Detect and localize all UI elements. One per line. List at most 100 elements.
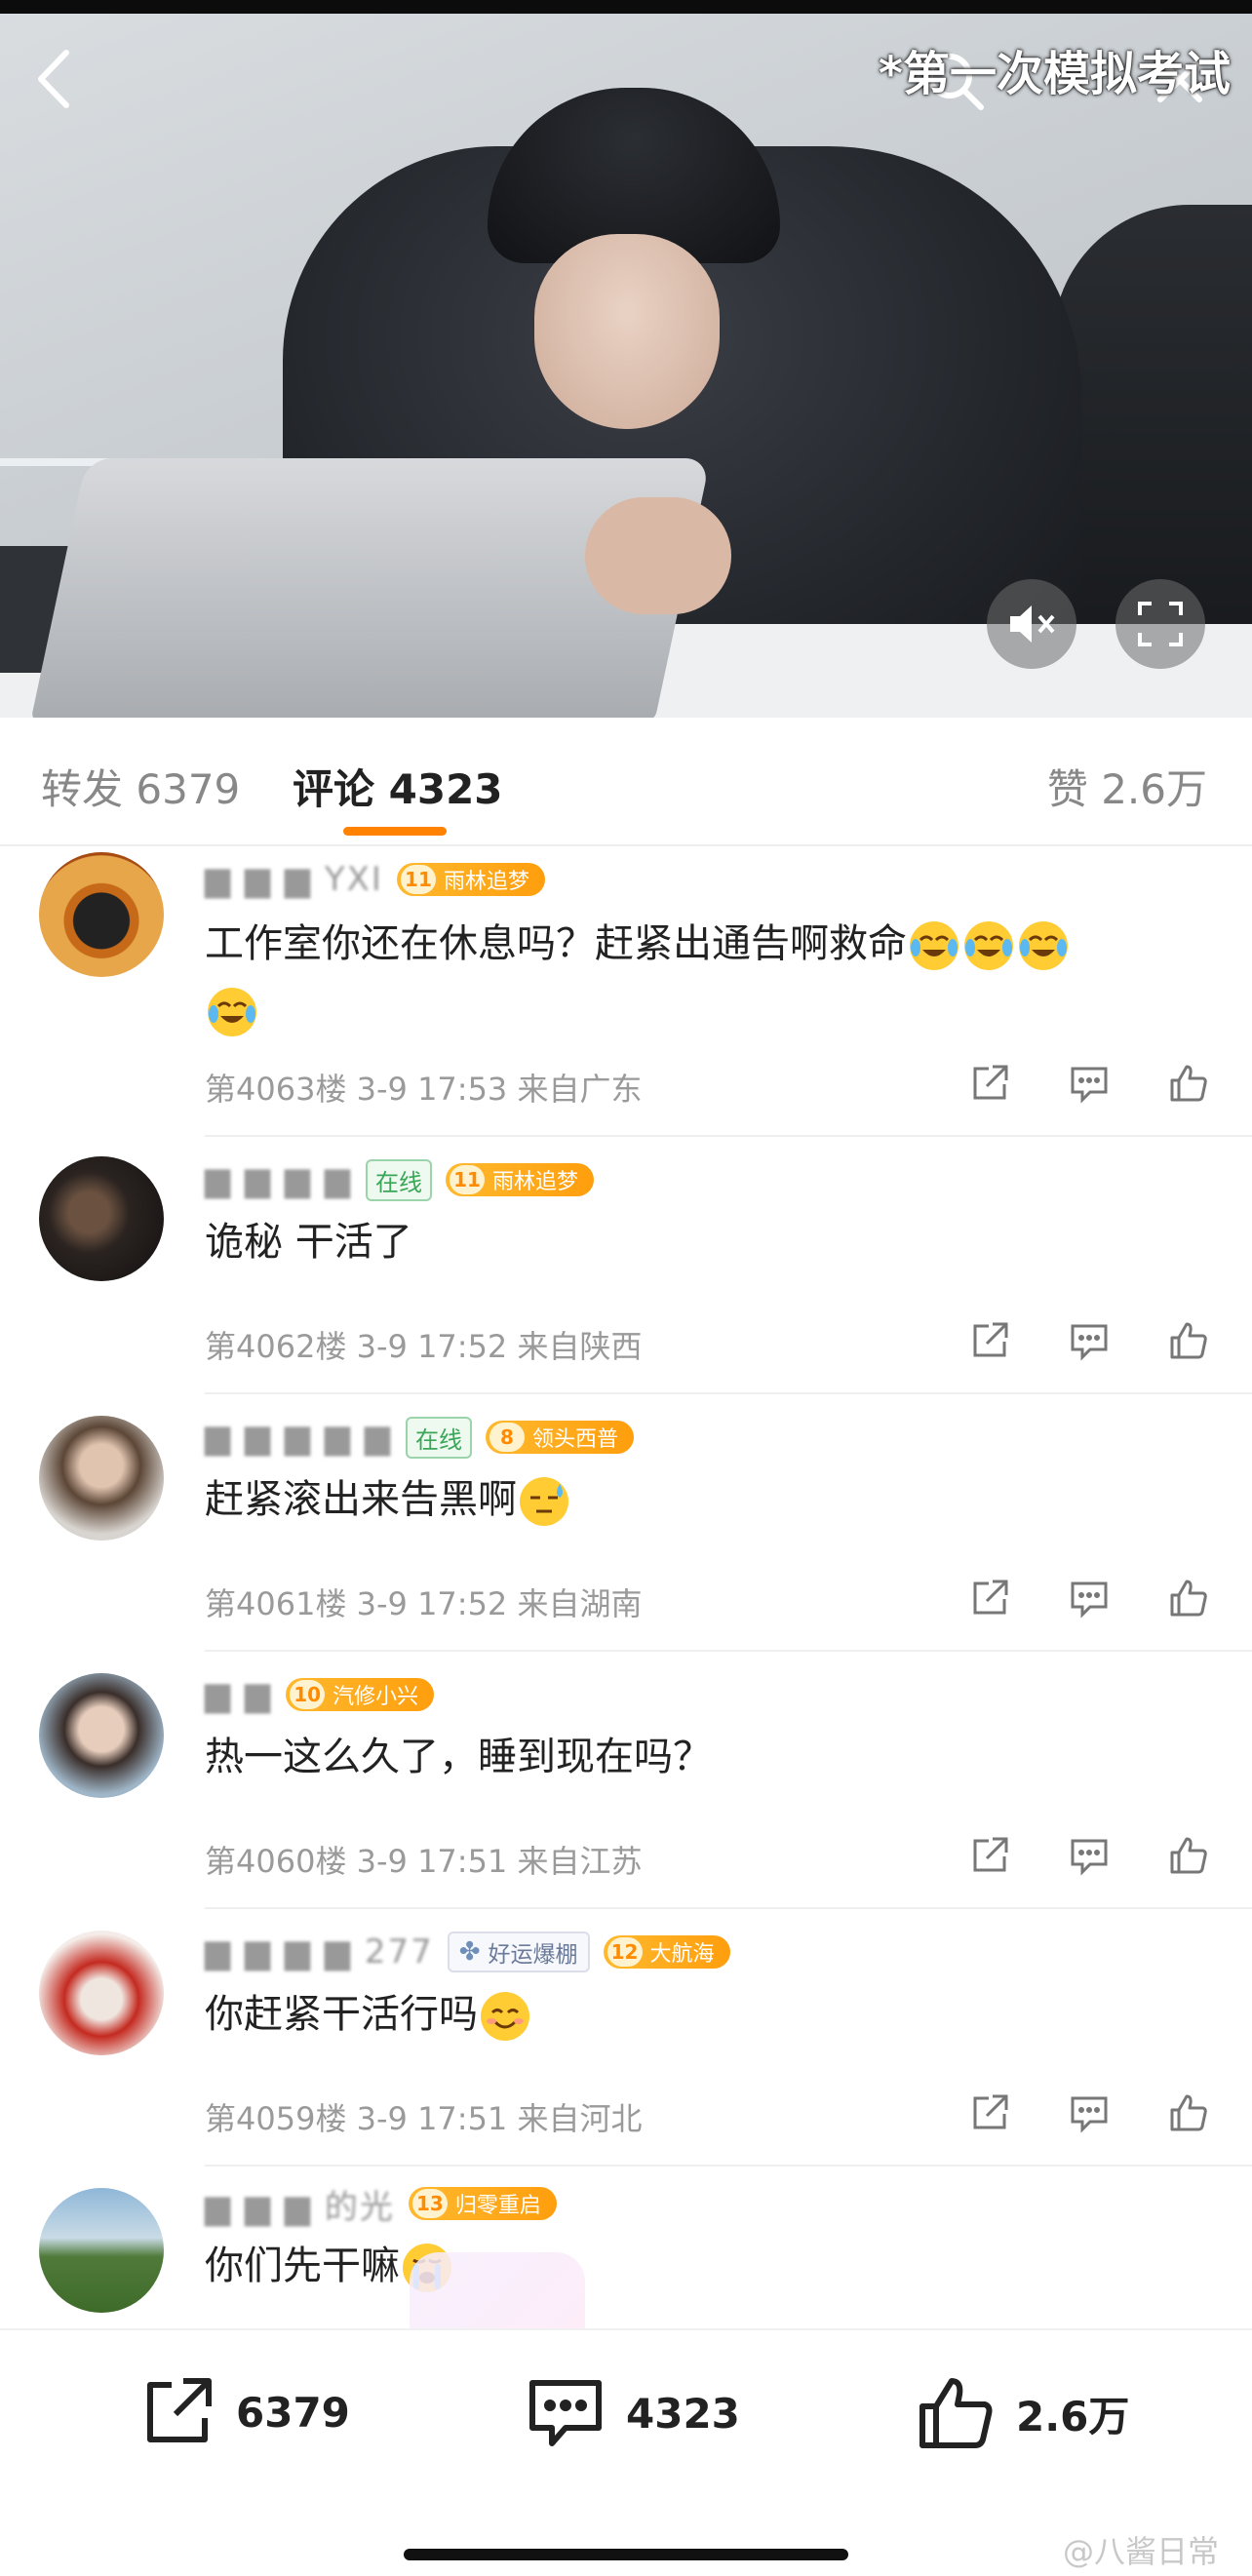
like-icon[interactable]	[1168, 1320, 1209, 1361]
share-icon	[147, 2378, 212, 2442]
fan-level: 11	[450, 1165, 486, 1194]
user-name[interactable]: ▆ ▆ ▆ ▆ 277	[205, 1932, 434, 1971]
reply-icon[interactable]	[1069, 1578, 1110, 1619]
fan-level: 12	[606, 1937, 643, 1967]
comment-text: 你赶紧干活行吗	[205, 1981, 1209, 2048]
reply-icon[interactable]	[1069, 2092, 1110, 2133]
like-icon[interactable]	[1168, 1063, 1209, 1104]
like-icon[interactable]	[1168, 1578, 1209, 1619]
comment-text-content: 工作室你还在休息吗？赶紧出通告啊救命	[205, 921, 907, 966]
fan-badge[interactable]: 11 雨林追梦	[446, 1163, 595, 1196]
share-icon[interactable]	[969, 2092, 1010, 2133]
tab-active-indicator	[343, 827, 447, 836]
tab-comments[interactable]: 评论 4323	[293, 757, 503, 816]
bottom-comment-button[interactable]: 4323	[527, 2375, 740, 2451]
comment-time: 3-9 17:51	[356, 1843, 508, 1880]
bottom-like-button[interactable]: 2.6万	[917, 2375, 1129, 2451]
share-icon[interactable]	[969, 1063, 1010, 1104]
comment-location: 来自湖南	[517, 1585, 643, 1622]
comment-text: 你们先干嘛	[205, 2233, 1209, 2299]
fan-badge[interactable]: 11 雨林追梦	[396, 863, 545, 896]
list-item: ▆ ▆ ▆ ▆ 在线 11 雨林追梦 诡秘 干活了 第4062楼 3-9 17:5…	[0, 1137, 1252, 1394]
fan-title: 归零重启	[454, 2194, 541, 2218]
fan-title: 大航海	[649, 1942, 715, 1967]
comment-floor: 第4060楼	[205, 1843, 347, 1880]
comment-actions	[969, 2092, 1209, 2133]
fan-badge[interactable]: 8 领头西普	[485, 1421, 634, 1454]
fan-badge[interactable]: 12 大航海	[603, 1935, 730, 1969]
avatar[interactable]	[39, 2188, 164, 2313]
avatar[interactable]	[39, 1416, 164, 1541]
list-item: ▆ ▆ ▆ ▆ ▆ 在线 8 领头西普 赶紧滚出来告黑啊 第4061楼 3-9 1…	[0, 1394, 1252, 1652]
comment-floor: 第4061楼	[205, 1585, 347, 1622]
comment-time: 3-9 17:52	[356, 1328, 508, 1365]
share-icon[interactable]	[969, 1578, 1010, 1619]
comment-location: 来自河北	[517, 2100, 643, 2137]
lucky-label: 好运爆棚	[488, 1942, 578, 1968]
tab-repost-count: 6379	[136, 765, 241, 813]
like-icon[interactable]	[1168, 1835, 1209, 1876]
list-item: ▆ ▆ ▆ YXI 11 雨林追梦 工作室你还在休息吗？赶紧出通告啊救命 第406…	[0, 846, 1252, 1137]
clover-icon: ✤	[458, 1937, 481, 1967]
user-name[interactable]: ▆ ▆ ▆ ▆ ▆	[205, 1418, 392, 1457]
comment-time: 3-9 17:52	[356, 1585, 508, 1622]
sweat-emoji-icon	[520, 1477, 568, 1526]
fan-title: 雨林追梦	[443, 870, 529, 894]
tab-repost-label: 转发	[41, 765, 124, 813]
avatar[interactable]	[39, 1673, 164, 1798]
comment-text-content: 热一这么久了，睡到现在吗？	[205, 1735, 712, 1779]
comment-actions	[969, 1578, 1209, 1619]
user-name[interactable]: ▆ ▆	[205, 1675, 272, 1714]
fan-level: 11	[400, 865, 436, 894]
crying-laughing-emoji-icon	[964, 921, 1013, 970]
avatar[interactable]	[39, 1931, 164, 2055]
user-name[interactable]: ▆ ▆ ▆ ▆	[205, 1160, 352, 1199]
video-person-face	[534, 234, 720, 429]
avatar[interactable]	[39, 852, 164, 977]
comment-text: 赶紧滚出来告黑啊	[205, 1466, 1209, 1533]
comment-icon	[529, 2380, 602, 2446]
fan-badge[interactable]: 10 汽修小兴	[286, 1678, 435, 1711]
comment-floor: 第4059楼	[205, 2100, 347, 2137]
comment-meta: 第4061楼 3-9 17:52 来自湖南	[205, 1580, 642, 1624]
list-item: ▆ ▆ ▆ ▆ 277 ✤ 好运爆棚 12 大航海 你赶紧干活行吗 第4059楼 3…	[0, 1909, 1252, 2166]
crying-laughing-emoji-icon	[208, 988, 256, 1036]
user-name[interactable]: ▆ ▆ ▆ 的光	[205, 2180, 395, 2228]
mute-icon[interactable]	[987, 579, 1076, 669]
bottom-repost-button[interactable]: 6379	[140, 2375, 350, 2449]
comment-text: 诡秘 干活了	[205, 1209, 1209, 1275]
fan-level: 13	[411, 2189, 448, 2218]
comment-text-content: 你赶紧干活行吗	[205, 1992, 478, 2037]
back-arrow-icon[interactable]	[29, 45, 78, 123]
share-icon[interactable]	[969, 1320, 1010, 1361]
online-badge: 在线	[405, 1416, 472, 1459]
comment-meta: 第4059楼 3-9 17:51 来自河北	[205, 2094, 642, 2139]
comment-location: 来自广东	[517, 1071, 643, 1108]
status-strip	[0, 0, 1252, 14]
tab-repost[interactable]: 转发 6379	[41, 757, 240, 816]
fan-title: 领头西普	[531, 1427, 618, 1452]
reply-icon[interactable]	[1069, 1835, 1110, 1876]
online-badge: 在线	[366, 1158, 433, 1201]
bottom-action-bar: 6379 4323 2.6万 @八酱日常	[0, 2328, 1252, 2576]
tab-bar: 转发 6379 评论 4323 赞 2.6万	[0, 718, 1252, 846]
avatar[interactable]	[39, 1156, 164, 1281]
user-name[interactable]: ▆ ▆ ▆ YXI	[205, 860, 383, 899]
list-item: ▆ ▆ 10 汽修小兴 热一这么久了，睡到现在吗？ 第4060楼 3-9 17:5…	[0, 1652, 1252, 1909]
home-indicator[interactable]	[404, 2549, 848, 2560]
bottom-like-count: 2.6万	[1016, 2392, 1130, 2440]
crying-laughing-emoji-icon	[1019, 921, 1068, 970]
share-icon[interactable]	[969, 1835, 1010, 1876]
bottom-comment-count: 4323	[626, 2389, 740, 2438]
reply-icon[interactable]	[1069, 1063, 1110, 1104]
fullscreen-icon[interactable]	[1115, 579, 1205, 669]
lucky-badge[interactable]: ✤ 好运爆棚	[447, 1932, 590, 1972]
tab-likes[interactable]: 赞 2.6万	[1047, 757, 1207, 816]
video-hand	[585, 497, 731, 614]
comment-list: ▆ ▆ ▆ YXI 11 雨林追梦 工作室你还在休息吗？赶紧出通告啊救命 第406…	[0, 846, 1252, 2328]
reply-icon[interactable]	[1069, 1320, 1110, 1361]
like-icon[interactable]	[1168, 2092, 1209, 2133]
fan-badge[interactable]: 13 归零重启	[408, 2187, 557, 2220]
video-player[interactable]: *第一次模拟考试	[0, 0, 1252, 718]
fan-level: 10	[290, 1680, 326, 1709]
